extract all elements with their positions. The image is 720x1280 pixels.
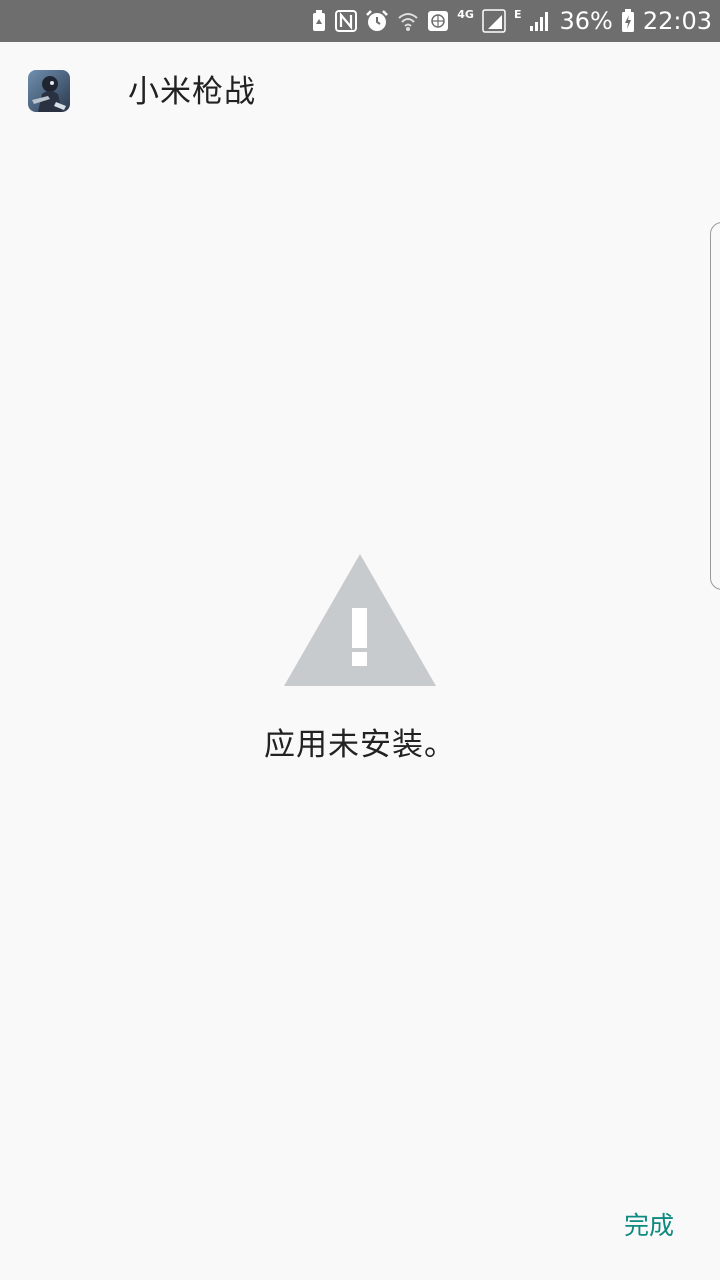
nfc-icon [335, 8, 358, 34]
clock: 22:03 [642, 7, 712, 35]
app-name: 小米枪战 [128, 74, 256, 110]
warning-triangle-icon [283, 552, 437, 688]
app-header: 小米枪战 [0, 42, 720, 142]
battery-percent: 36% [559, 7, 613, 35]
vpn-globe-icon [427, 8, 449, 34]
recycle-battery-icon [311, 8, 327, 34]
edge-panel-handle[interactable] [710, 222, 720, 590]
signal-e-icon [529, 8, 551, 34]
status-icons: 4G E 36% 22:03 [311, 0, 712, 42]
app-game-icon [28, 70, 70, 112]
install-result-screen: 4G E 36% 22:03 小米枪战 应用未安装。 完成 [0, 0, 720, 1280]
status-bar: 4G E 36% 22:03 [0, 0, 720, 42]
warning-container [0, 552, 720, 688]
network2-type-label: E [513, 8, 522, 21]
install-status-message: 应用未安装。 [264, 727, 456, 763]
network-type-label: 4G [457, 8, 474, 21]
signal-4g-icon [482, 8, 506, 34]
done-button[interactable]: 完成 [622, 1203, 676, 1249]
battery-charging-icon [621, 8, 635, 34]
alarm-icon [365, 8, 389, 34]
wifi-icon [397, 8, 419, 34]
